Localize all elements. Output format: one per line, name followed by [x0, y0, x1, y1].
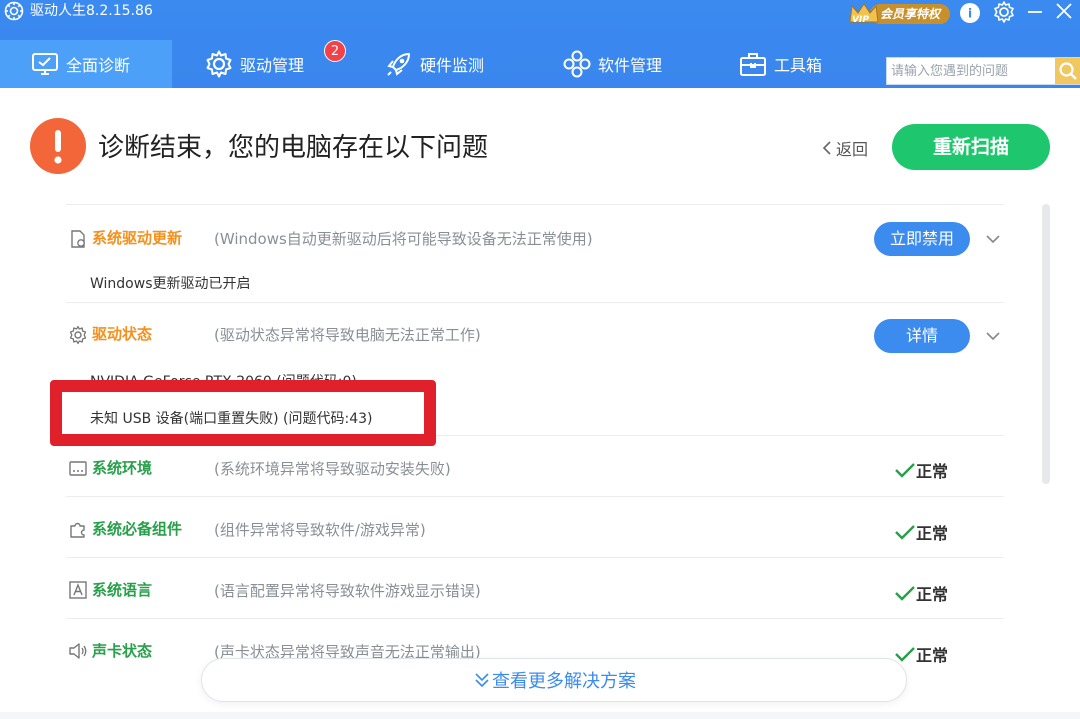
list-item: 系统必备组件 (组件异常将导致软件/游戏异常) 正常	[66, 496, 1004, 557]
vip-label: VIP	[852, 15, 869, 25]
check-icon	[895, 586, 915, 601]
top-bar: 驱动人生8.2.15.86 会员享特权 VIP i 全面诊断 驱动管理 2 硬件…	[0, 0, 1080, 88]
disable-now-button[interactable]: 立即禁用	[874, 222, 970, 256]
check-icon	[895, 647, 915, 662]
settings-gear-icon[interactable]	[992, 0, 1016, 24]
tab-full-diagnosis[interactable]: 全面诊断	[0, 40, 172, 88]
item-description: (语言配置异常将导致软件游戏显示错误)	[214, 582, 481, 600]
list-item: 系统语言 (语言配置异常将导致软件游戏显示错误) 正常	[66, 557, 1004, 618]
check-icon	[895, 463, 915, 478]
check-icon	[895, 525, 915, 540]
search-box	[886, 57, 1080, 85]
rocket-icon	[387, 53, 410, 76]
tab-label: 软件管理	[598, 56, 663, 75]
tab-label: 工具箱	[774, 56, 823, 75]
vip-text: 会员享特权	[880, 7, 941, 21]
item-title: 声卡状态	[92, 642, 153, 660]
tab-toolbox[interactable]: 工具箱	[738, 40, 868, 88]
item-description: (系统环境异常将导致驱动安装失败)	[214, 460, 451, 478]
warning-alert-icon	[30, 118, 86, 174]
search-input[interactable]	[891, 60, 1051, 82]
error-highlight-box	[50, 380, 436, 446]
minimize-icon[interactable]	[1026, 1, 1044, 21]
status-ok: 正常	[894, 458, 948, 482]
search-icon	[1059, 62, 1077, 80]
close-icon[interactable]	[1054, 1, 1074, 21]
scrollbar[interactable]	[1042, 204, 1050, 484]
status-ok: 正常	[894, 581, 948, 605]
status-label: 正常	[916, 585, 949, 604]
details-button[interactable]: 详情	[874, 319, 970, 353]
bottom-border	[0, 712, 1080, 719]
page-title: 诊断结束，您的电脑存在以下问题	[98, 133, 489, 163]
status-ok: 正常	[894, 642, 948, 666]
back-button[interactable]: 返回	[820, 136, 868, 160]
double-chevron-down-icon	[475, 673, 489, 688]
feedback-chat-icon[interactable]: i	[958, 1, 982, 25]
monitor-check-icon	[32, 53, 58, 75]
app-title: 驱动人生8.2.15.86	[30, 3, 153, 19]
document-icon	[71, 230, 85, 248]
app-logo-icon	[4, 1, 24, 21]
search-button[interactable]	[1055, 58, 1080, 84]
tab-label: 硬件监测	[420, 56, 485, 75]
item-title: 系统语言	[92, 581, 153, 599]
item-title: 系统环境	[92, 459, 153, 477]
item-title: 系统驱动更新	[92, 229, 183, 247]
window-icon	[69, 461, 87, 476]
driver-update-count-badge: 2	[324, 40, 346, 62]
svg-text:i: i	[968, 7, 972, 21]
tab-hardware-monitor[interactable]: 硬件监测	[384, 40, 524, 88]
toolbox-icon	[740, 53, 766, 76]
item-detail: Windows更新驱动已开启	[90, 276, 251, 292]
status-label: 正常	[916, 524, 949, 543]
language-icon	[69, 581, 87, 599]
item-description: (组件异常将导致软件/游戏异常)	[214, 521, 426, 539]
list-item: 系统驱动更新 (Windows自动更新驱动后将可能导致设备无法正常使用) 立即禁…	[66, 204, 1004, 302]
puzzle-icon	[70, 522, 85, 538]
chevron-down-icon[interactable]	[984, 327, 1002, 345]
item-title: 驱动状态	[92, 325, 153, 343]
back-label: 返回	[836, 140, 869, 159]
view-more-solutions-button[interactable]: 查看更多解决方案	[201, 658, 907, 702]
vip-privilege-button[interactable]: 会员享特权 VIP	[848, 0, 952, 27]
item-description: (Windows自动更新驱动后将可能导致设备无法正常使用)	[214, 230, 593, 248]
tab-driver-management[interactable]: 驱动管理	[204, 40, 344, 88]
gear-icon	[69, 325, 87, 345]
tab-label: 驱动管理	[240, 56, 305, 75]
tab-label: 全面诊断	[66, 56, 131, 75]
item-description: (驱动状态异常将导致电脑无法正常工作)	[214, 326, 481, 344]
status-label: 正常	[916, 462, 949, 481]
status-ok: 正常	[894, 520, 948, 544]
item-title: 系统必备组件	[92, 520, 183, 538]
speaker-icon	[69, 643, 87, 659]
view-more-label: 查看更多解决方案	[492, 671, 636, 692]
status-label: 正常	[916, 646, 949, 665]
chevron-left-icon	[822, 141, 831, 155]
apps-icon	[563, 50, 591, 78]
gear-icon	[206, 50, 232, 78]
chevron-down-icon[interactable]	[984, 230, 1002, 248]
rescan-button[interactable]: 重新扫描	[892, 124, 1050, 170]
tab-software-management[interactable]: 软件管理	[562, 40, 702, 88]
title-bar: 驱动人生8.2.15.86 会员享特权 VIP i	[0, 0, 1080, 27]
